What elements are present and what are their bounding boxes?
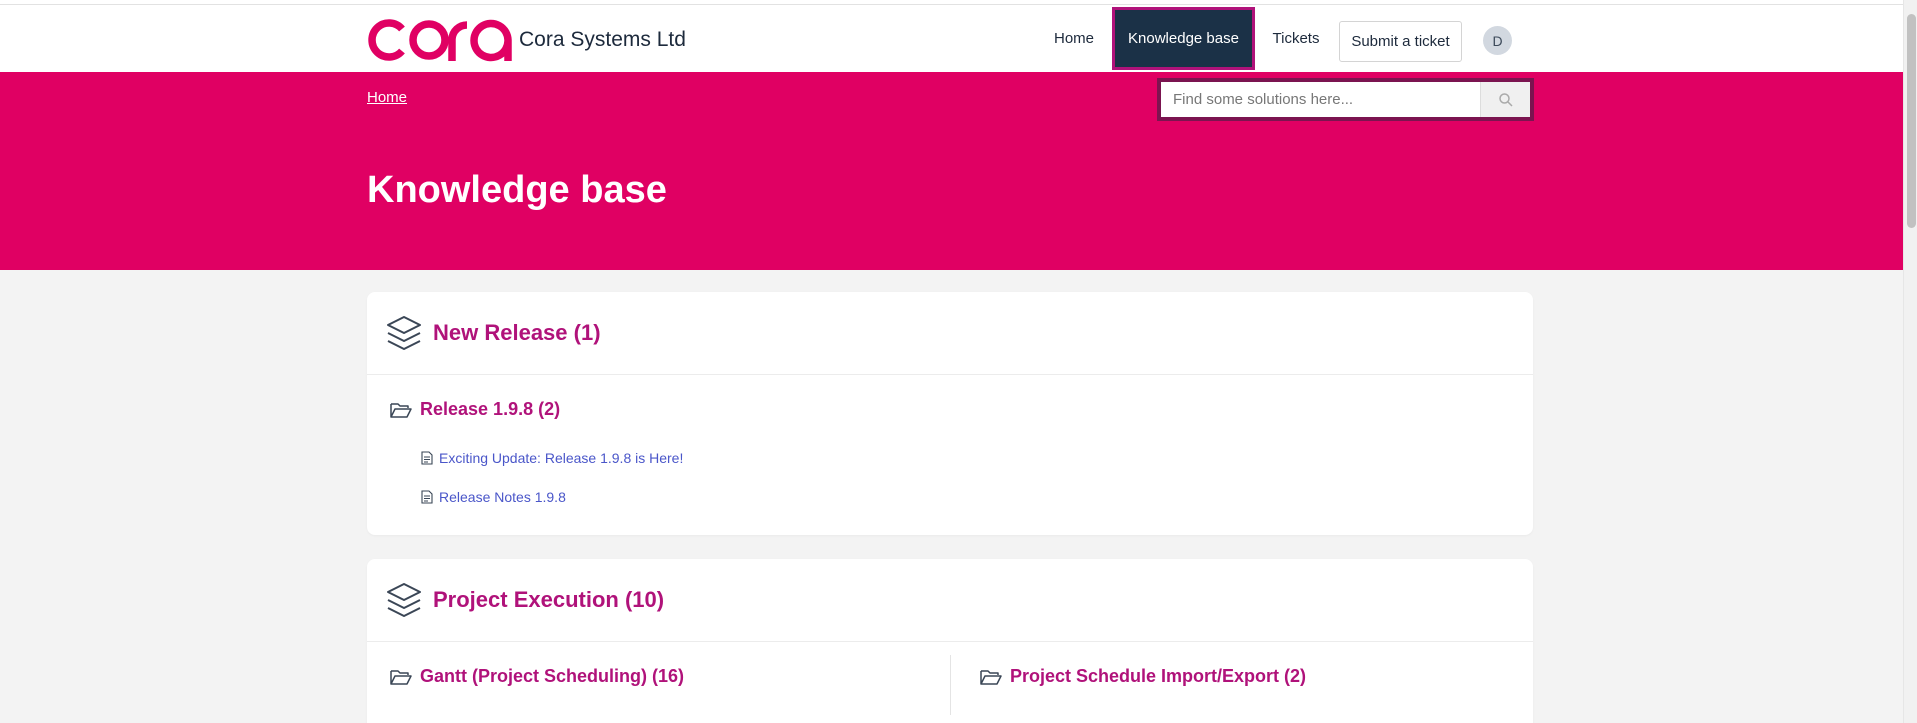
- main-nav: Home Knowledge base Tickets Submit a tic…: [0, 5, 1903, 72]
- page-scrollbar[interactable]: [1903, 0, 1917, 723]
- category-title[interactable]: Project Execution (10): [433, 587, 664, 613]
- hero-banner: Home Knowledge base: [0, 72, 1903, 270]
- nav-home[interactable]: Home: [1040, 7, 1108, 70]
- folder-title[interactable]: Release 1.9.8 (2): [420, 399, 560, 420]
- folder-open-icon: [980, 669, 1002, 685]
- nav-tickets[interactable]: Tickets: [1260, 7, 1332, 70]
- search-button[interactable]: [1480, 82, 1530, 117]
- folder-row: Gantt (Project Scheduling) (16): [390, 666, 684, 687]
- breadcrumb-home[interactable]: Home: [367, 89, 407, 106]
- folder-row: Release 1.9.8 (2): [390, 399, 560, 420]
- user-avatar[interactable]: D: [1483, 26, 1512, 55]
- layers-icon: [387, 583, 421, 617]
- document-icon: [421, 451, 433, 465]
- nav-knowledge-base[interactable]: Knowledge base: [1112, 7, 1255, 70]
- scrollbar-thumb[interactable]: [1907, 14, 1916, 228]
- submit-ticket-button[interactable]: Submit a ticket: [1339, 21, 1462, 62]
- article-item: Release Notes 1.9.8: [421, 489, 566, 505]
- category-header: New Release (1): [367, 292, 1533, 375]
- layers-icon: [387, 316, 421, 350]
- category-title[interactable]: New Release (1): [433, 320, 601, 346]
- search-box: [1157, 78, 1534, 121]
- site-header: Cora Systems Ltd Home Knowledge base Tic…: [0, 5, 1903, 72]
- article-link[interactable]: Exciting Update: Release 1.9.8 is Here!: [439, 450, 683, 466]
- article-item: Exciting Update: Release 1.9.8 is Here!: [421, 450, 683, 466]
- document-icon: [421, 490, 433, 504]
- column-divider: [950, 655, 951, 715]
- category-header: Project Execution (10): [367, 559, 1533, 642]
- search-input[interactable]: [1161, 82, 1480, 117]
- folder-row: Project Schedule Import/Export (2): [980, 666, 1306, 687]
- page-title: Knowledge base: [367, 169, 667, 211]
- folder-title[interactable]: Gantt (Project Scheduling) (16): [420, 666, 684, 687]
- search-icon: [1498, 92, 1513, 107]
- category-card: Project Execution (10) Gantt (Project Sc…: [367, 559, 1533, 723]
- article-link[interactable]: Release Notes 1.9.8: [439, 489, 566, 505]
- folder-open-icon: [390, 402, 412, 418]
- folder-open-icon: [390, 669, 412, 685]
- category-card: New Release (1) Release 1.9.8 (2) Exciti…: [367, 292, 1533, 535]
- folder-title[interactable]: Project Schedule Import/Export (2): [1010, 666, 1306, 687]
